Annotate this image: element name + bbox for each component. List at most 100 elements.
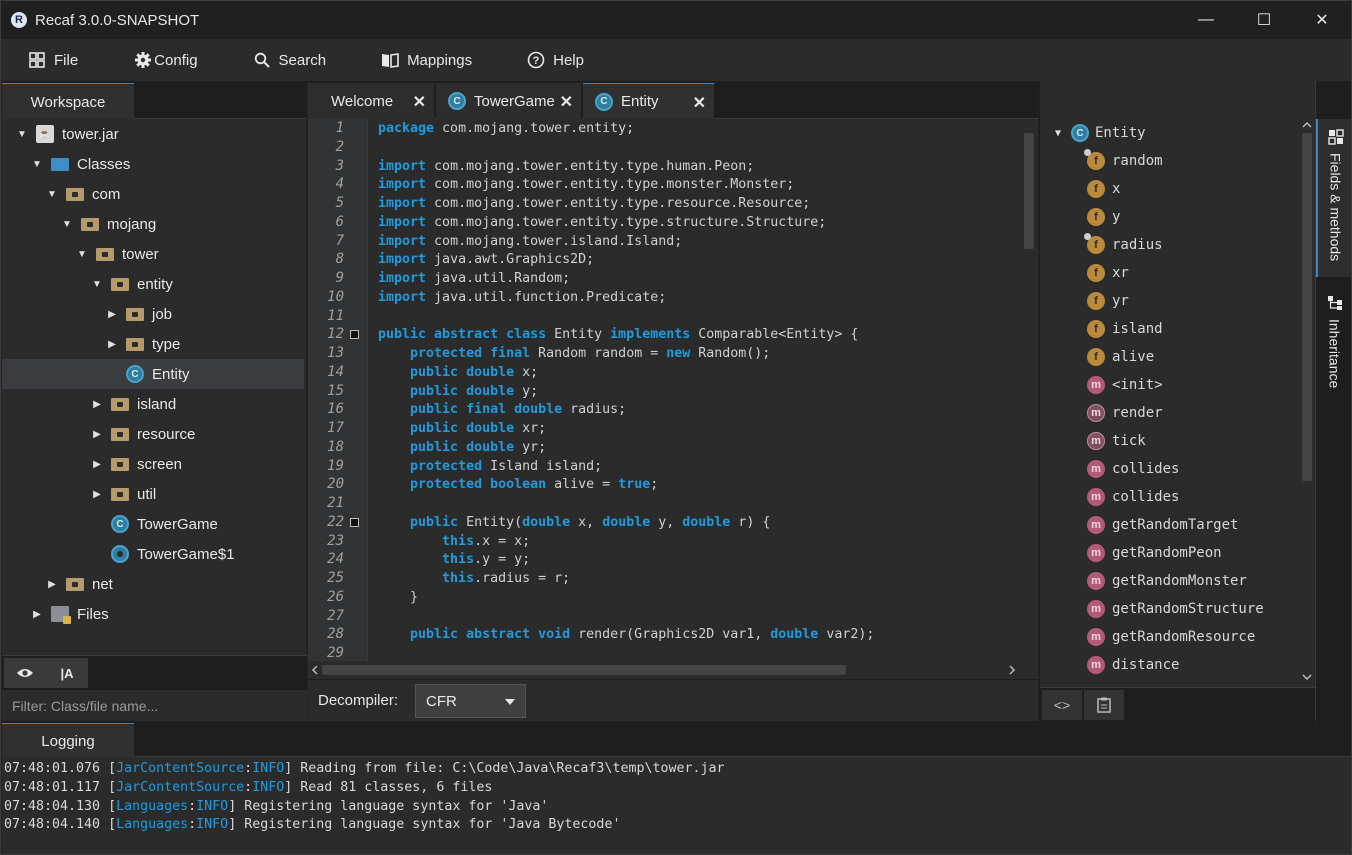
tree-item-files[interactable]: ▶ Files (2, 599, 304, 629)
collapsed-arrow-icon[interactable]: ▶ (91, 428, 103, 440)
tree-item-tower-jar[interactable]: ▼ ☕ tower.jar (2, 119, 304, 149)
close-icon[interactable]: ✕ (560, 92, 573, 112)
case-sensitive-button[interactable]: |A (46, 658, 88, 688)
close-icon[interactable]: ✕ (693, 93, 706, 113)
tree-item-entity-class[interactable]: C Entity (2, 359, 304, 389)
member-method[interactable]: m collides (1040, 455, 1298, 483)
tree-item-job[interactable]: ▶ job (2, 299, 304, 329)
member-method[interactable]: m <init> (1040, 371, 1298, 399)
tree-item-towergame[interactable]: C TowerGame (2, 509, 304, 539)
side-tab-fields-methods[interactable]: Fields & methods (1316, 119, 1351, 277)
tree-item-tower[interactable]: ▼ tower (2, 239, 304, 269)
collapsed-arrow-icon[interactable]: ▶ (46, 578, 58, 590)
collapsed-arrow-icon[interactable]: ▶ (31, 608, 43, 620)
collapsed-arrow-icon[interactable]: ▶ (91, 398, 103, 410)
scroll-down-icon[interactable] (1302, 673, 1312, 681)
close-icon[interactable]: ✕ (413, 92, 426, 112)
tree-item-classes[interactable]: ▼ Classes (2, 149, 304, 179)
member-field[interactable]: fx (1040, 175, 1298, 203)
member-method[interactable]: m getRandomStructure (1040, 595, 1298, 623)
tab-logging[interactable]: Logging (2, 723, 134, 758)
member-method[interactable]: m render (1040, 399, 1298, 427)
line-number: 14 (327, 363, 344, 380)
scroll-up-icon[interactable] (1302, 121, 1312, 129)
tree-item-type[interactable]: ▶ type (2, 329, 304, 359)
menu-mappings[interactable]: Mappings (381, 39, 472, 81)
expanded-arrow-icon[interactable]: ▼ (16, 128, 28, 140)
member-field[interactable]: f radius (1040, 231, 1298, 259)
code-token: render(Graphics2D var1, (570, 627, 771, 643)
field-icon: f (1084, 233, 1105, 254)
expanded-arrow-icon[interactable]: ▼ (61, 218, 73, 230)
member-field[interactable]: f island (1040, 315, 1298, 343)
collapsed-arrow-icon[interactable]: ▶ (91, 458, 103, 470)
method-icon: m (1087, 376, 1105, 394)
code-text[interactable]: package com.mojang.tower.entity; import c… (368, 119, 1020, 661)
collapsed-arrow-icon[interactable]: ▶ (106, 338, 118, 350)
tree-item-net[interactable]: ▶ net (2, 569, 304, 599)
method-icon: m (1087, 600, 1105, 618)
member-method[interactable]: m distance (1040, 651, 1298, 679)
horizontal-scrollbar[interactable] (308, 661, 1038, 679)
menu-search[interactable]: Search (253, 39, 326, 81)
member-method[interactable]: m tick (1040, 427, 1298, 455)
copy-button[interactable] (1084, 690, 1124, 720)
menu-help[interactable]: ? Help (527, 39, 584, 81)
expanded-arrow-icon[interactable]: ▼ (31, 158, 43, 170)
log-level: INFO (252, 761, 285, 776)
tree-item-mojang[interactable]: ▼ mojang (2, 209, 304, 239)
tree-item-util[interactable]: ▶ util (2, 479, 304, 509)
tab-towergame[interactable]: C TowerGame ✕ (436, 83, 582, 119)
scroll-thumb[interactable] (1024, 133, 1034, 249)
tree-item-towergame-1[interactable]: TowerGame$1 (2, 539, 304, 569)
tab-welcome[interactable]: Welcome ✕ (308, 83, 435, 119)
field-icon: f (1087, 264, 1105, 282)
expanded-arrow-icon[interactable]: ▼ (91, 278, 103, 290)
scroll-thumb[interactable] (1302, 133, 1312, 481)
tab-entity[interactable]: C Entity ✕ (583, 83, 715, 119)
member-method[interactable]: m getRandomMonster (1040, 567, 1298, 595)
tree-item-com[interactable]: ▼ com (2, 179, 304, 209)
filter-input[interactable]: Filter: Class/file name... (2, 689, 307, 721)
fold-marker-icon[interactable] (350, 517, 359, 527)
toggle-visibility-button[interactable] (4, 658, 46, 688)
expanded-arrow-icon[interactable]: ▼ (1052, 127, 1064, 139)
tree-item-screen[interactable]: ▶ screen (2, 449, 304, 479)
menu-config[interactable]: Config (134, 39, 198, 81)
show-code-button[interactable]: <> (1042, 690, 1082, 720)
close-window-button[interactable]: ✕ (1293, 1, 1351, 39)
vertical-scrollbar[interactable] (1020, 119, 1038, 661)
member-field[interactable]: f alive (1040, 343, 1298, 371)
members-scrollbar[interactable] (1298, 119, 1316, 687)
members-root[interactable]: ▼ C Entity (1040, 119, 1298, 147)
member-field[interactable]: fy (1040, 203, 1298, 231)
scroll-thumb[interactable] (322, 665, 846, 675)
member-method[interactable]: m getRandomTarget (1040, 511, 1298, 539)
tree-item-entity-package[interactable]: ▼ entity (2, 269, 304, 299)
collapsed-arrow-icon[interactable]: ▶ (106, 308, 118, 320)
member-field[interactable]: f random (1040, 147, 1298, 175)
tree-item-island[interactable]: ▶ island (2, 389, 304, 419)
fold-marker-icon[interactable] (350, 330, 359, 340)
member-method[interactable]: m collides (1040, 483, 1298, 511)
log-output[interactable]: 07:48:01.076 [JarContentSource:INFO] Rea… (2, 757, 1351, 854)
minimize-button[interactable]: — (1177, 1, 1235, 39)
member-field[interactable]: f yr (1040, 287, 1298, 315)
scroll-left-icon[interactable] (311, 665, 319, 675)
code-area[interactable]: 1 2 3 4 5 6 7 8 9 10 11 12 13 14 15 16 17 18 19 20 21 22 23 24 2… (308, 119, 1038, 661)
expanded-arrow-icon[interactable]: ▼ (46, 188, 58, 200)
line-number: 8 (335, 251, 344, 268)
menu-file[interactable]: File (28, 39, 78, 81)
member-method[interactable]: m getRandomResource (1040, 623, 1298, 651)
tree-item-resource[interactable]: ▶ resource (2, 419, 304, 449)
expanded-arrow-icon[interactable]: ▼ (76, 248, 88, 260)
scroll-right-icon[interactable] (1008, 665, 1016, 675)
decompiler-select[interactable]: CFR (415, 684, 526, 718)
side-tab-inheritance[interactable]: Inheritance (1316, 285, 1351, 409)
menu-bar: File Config Search Mappings ? Help (1, 39, 1351, 81)
member-method[interactable]: m getRandomPeon (1040, 539, 1298, 567)
member-field[interactable]: f xr (1040, 259, 1298, 287)
maximize-button[interactable]: ☐ (1235, 1, 1293, 39)
tab-workspace[interactable]: Workspace (2, 83, 134, 120)
collapsed-arrow-icon[interactable]: ▶ (91, 488, 103, 500)
